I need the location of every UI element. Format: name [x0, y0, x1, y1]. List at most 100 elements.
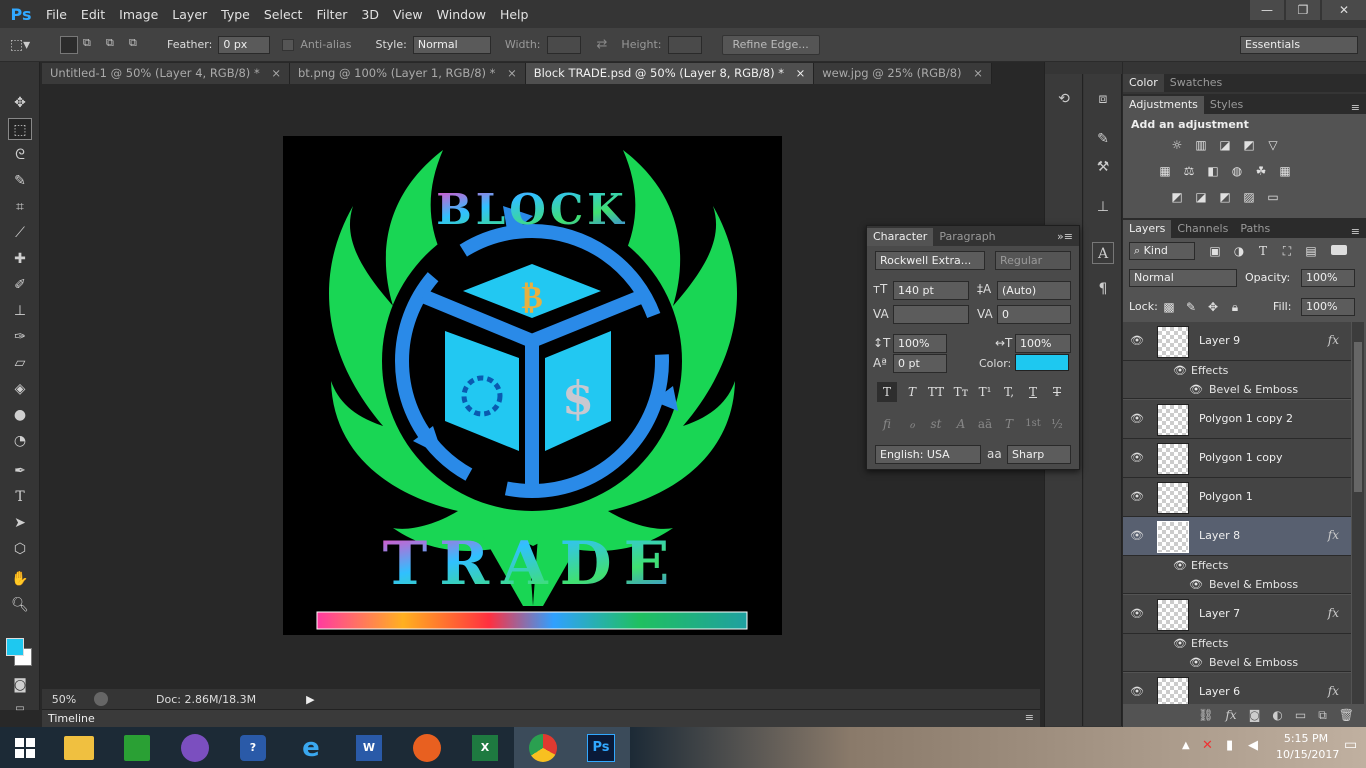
effects-row[interactable]: 👁︎ Effects: [1123, 556, 1351, 575]
fx-icon[interactable]: fx: [1328, 606, 1339, 620]
layers-scrollbar[interactable]: [1352, 322, 1364, 704]
stylistic-alt-button[interactable]: aā: [975, 414, 995, 434]
fill-input[interactable]: 100%: [1301, 298, 1355, 316]
new-layer-icon[interactable]: ⧉: [1318, 708, 1327, 727]
add-mask-icon[interactable]: ◙: [1249, 708, 1261, 727]
crop-tool-icon[interactable]: ⌗: [8, 196, 32, 218]
chrome-icon[interactable]: [514, 727, 572, 768]
kerning-input[interactable]: [893, 305, 969, 324]
character-panel-icon[interactable]: A: [1092, 242, 1114, 264]
visibility-eye-icon[interactable]: 👁︎: [1130, 685, 1144, 699]
close-icon[interactable]: ×: [796, 66, 806, 80]
shape-filter-icon[interactable]: ⛶: [1279, 244, 1295, 258]
levels-icon[interactable]: ▥: [1193, 138, 1209, 152]
tab-swatches[interactable]: Swatches: [1164, 74, 1229, 92]
scrollbar-thumb[interactable]: [1354, 342, 1362, 492]
language-select[interactable]: English: USA: [875, 445, 981, 464]
adjustment-filter-icon[interactable]: ◑: [1231, 244, 1247, 258]
visibility-eye-icon[interactable]: 👁︎: [1130, 529, 1144, 543]
close-icon[interactable]: ×: [271, 66, 281, 80]
clock-date[interactable]: 10/15/2017: [1276, 748, 1339, 761]
visibility-eye-icon[interactable]: 👁︎: [1130, 490, 1144, 504]
layer-row-selected[interactable]: 👁︎ Layer 8 fx: [1123, 517, 1351, 556]
path-select-icon[interactable]: ➤: [8, 512, 32, 534]
close-icon[interactable]: ×: [973, 66, 983, 80]
eye-icon[interactable]: 👁︎: [1173, 637, 1187, 650]
width-input[interactable]: [546, 35, 581, 54]
panel-menu-icon[interactable]: ≡: [1351, 101, 1360, 114]
start-button[interactable]: [0, 727, 50, 768]
firefox-icon[interactable]: [398, 727, 456, 768]
effects-row[interactable]: 👁︎ Effects: [1123, 361, 1351, 380]
dodge-tool-icon[interactable]: ◔: [8, 430, 32, 452]
exposure-icon[interactable]: ◩: [1241, 138, 1257, 152]
tab-paths[interactable]: Paths: [1234, 220, 1276, 238]
tab-paragraph[interactable]: Paragraph: [933, 228, 1001, 246]
tab-styles[interactable]: Styles: [1204, 96, 1249, 114]
document-canvas[interactable]: ₿ $ BLOCK TRADE: [283, 136, 782, 635]
history-icon[interactable]: ⟲: [1053, 88, 1075, 110]
history-brush-icon[interactable]: ✑: [8, 326, 32, 348]
minimize-icon[interactable]: —: [1250, 0, 1284, 20]
word-icon[interactable]: W: [340, 727, 398, 768]
restore-icon[interactable]: ❐: [1286, 0, 1320, 20]
stamp-tool-icon[interactable]: ⊥: [8, 300, 32, 322]
tab-block-trade[interactable]: Block TRADE.psd @ 50% (Layer 8, RGB/8) *…: [525, 63, 815, 84]
add-selection-icon[interactable]: ⧉: [83, 36, 101, 54]
status-icon[interactable]: [94, 692, 108, 706]
all-caps-button[interactable]: TT: [926, 382, 946, 402]
help-icon[interactable]: ?: [224, 727, 282, 768]
brush-tool-icon[interactable]: ✐: [8, 274, 32, 296]
eye-icon[interactable]: 👁︎: [1173, 559, 1187, 572]
leading-input[interactable]: (Auto): [997, 281, 1071, 300]
notifications-icon[interactable]: ▭: [1344, 737, 1357, 753]
brightness-icon[interactable]: ☼: [1169, 138, 1185, 152]
layer-row[interactable]: 👁︎ Polygon 1 copy: [1123, 439, 1351, 478]
network-icon[interactable]: ✕: [1202, 738, 1213, 753]
paint-bucket-icon[interactable]: ◈: [8, 378, 32, 400]
filter-toggle[interactable]: [1331, 245, 1347, 255]
foreground-color-swatch[interactable]: [6, 638, 24, 656]
gradient-map-icon[interactable]: ▨: [1241, 190, 1257, 204]
visibility-eye-icon[interactable]: 👁︎: [1130, 412, 1144, 426]
subtract-selection-icon[interactable]: ⧉: [106, 36, 124, 54]
clone-source-icon[interactable]: ⊥: [1092, 196, 1114, 218]
menu-view[interactable]: View: [389, 7, 433, 22]
3d-icon[interactable]: ⧈: [1092, 88, 1114, 110]
filter-kind-select[interactable]: ⌕ Kind: [1129, 242, 1195, 260]
photo-filter-icon[interactable]: ◍: [1229, 164, 1245, 178]
titling-alt-button[interactable]: T: [999, 414, 1019, 434]
menu-layer[interactable]: Layer: [168, 7, 217, 22]
discretionary-lig-button[interactable]: st: [926, 414, 946, 434]
status-arrow-icon[interactable]: ▶: [306, 693, 314, 706]
quick-select-tool-icon[interactable]: ✎: [8, 170, 32, 192]
workspace-select[interactable]: Essentials: [1240, 35, 1358, 54]
delete-layer-icon[interactable]: 🗑︎: [1339, 708, 1354, 727]
photoshop-taskbar-icon[interactable]: Ps: [572, 727, 630, 768]
brush-presets-icon[interactable]: ✎: [1092, 128, 1114, 150]
layer-row[interactable]: 👁︎ Layer 7 fx: [1123, 595, 1351, 634]
store-icon[interactable]: [108, 727, 166, 768]
zoom-tool-icon[interactable]: 🔍︎: [8, 594, 32, 616]
layer-row[interactable]: 👁︎ Layer 9 fx: [1123, 322, 1351, 361]
color-balance-icon[interactable]: ⚖: [1181, 164, 1197, 178]
opacity-input[interactable]: 100%: [1301, 269, 1355, 287]
small-caps-button[interactable]: Tт: [951, 382, 971, 402]
paragraph-panel-icon[interactable]: ¶: [1092, 278, 1114, 300]
lock-all-icon[interactable]: 🔒︎: [1227, 300, 1243, 314]
swap-icon[interactable]: ⇄: [597, 37, 608, 52]
posterize-icon[interactable]: ◪: [1193, 190, 1209, 204]
internet-explorer-icon[interactable]: e: [282, 727, 340, 768]
marquee-preset-icon[interactable]: ⬚▾: [0, 37, 40, 53]
tab-adjustments[interactable]: Adjustments: [1123, 96, 1204, 114]
fractions-button[interactable]: ½: [1047, 414, 1067, 434]
healing-tool-icon[interactable]: ✚: [8, 248, 32, 270]
eye-icon[interactable]: 👁︎: [1173, 364, 1187, 377]
tab-character[interactable]: Character: [867, 228, 934, 246]
tab-layers[interactable]: Layers: [1123, 220, 1172, 238]
tracking-input[interactable]: 0: [997, 305, 1071, 324]
type-filter-icon[interactable]: T: [1255, 244, 1271, 258]
eye-icon[interactable]: 👁︎: [1189, 656, 1203, 669]
strikethrough-button[interactable]: T: [1047, 382, 1067, 402]
volume-icon[interactable]: ◀: [1248, 738, 1258, 753]
